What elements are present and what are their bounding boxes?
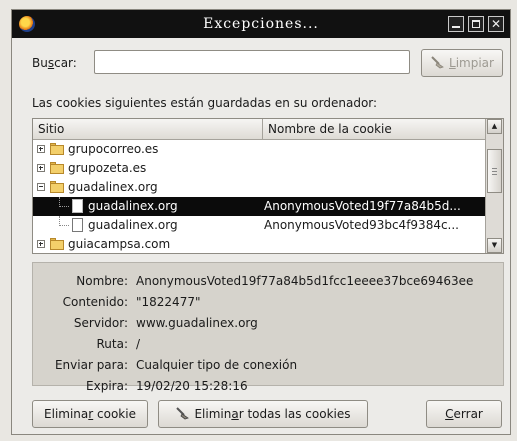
cookie-file-icon xyxy=(72,218,83,232)
detail-label: Ruta: xyxy=(96,337,128,351)
minimize-icon xyxy=(452,26,460,28)
scroll-down-arrow-icon[interactable]: ▼ xyxy=(487,238,502,253)
site-cell: grupocorreo.es xyxy=(68,142,159,156)
site-cell: guadalinex.org xyxy=(68,180,158,194)
folder-icon xyxy=(50,238,64,250)
close-icon: ✕ xyxy=(491,17,502,31)
minimize-button[interactable] xyxy=(448,16,464,32)
clear-label-accesskey: L xyxy=(449,56,456,70)
close-label-post: errar xyxy=(453,407,483,421)
delete-all-label-pre: Elimin xyxy=(194,407,232,421)
scroll-up-arrow-icon[interactable]: ▲ xyxy=(487,119,502,134)
tree-header: Sitio Nombre de la cookie xyxy=(33,119,485,140)
detail-label: Servidor: xyxy=(73,316,128,330)
exceptions-dialog: Excepciones... ✕ Buscar: Limpiar Las coo… xyxy=(11,9,511,435)
expand-icon[interactable] xyxy=(37,145,45,153)
detail-value-path: / xyxy=(136,337,141,351)
tree-row[interactable]: grupozeta.es xyxy=(33,159,485,178)
detail-label: Contenido: xyxy=(62,295,128,309)
search-input[interactable] xyxy=(94,50,410,74)
cookies-description: Las cookies siguientes están guardadas e… xyxy=(32,96,378,110)
tree-row-selected[interactable]: guadalinex.org AnonymousVoted19f77a84b5d… xyxy=(33,197,485,216)
delete-all-cookies-button[interactable]: Eliminar todas las cookies xyxy=(158,400,368,428)
search-label-pre: Bu xyxy=(32,56,48,70)
close-button[interactable]: Cerrar xyxy=(426,400,502,428)
detail-value-name: AnonymousVoted19f77a84b5d1fcc1eeee37bce6… xyxy=(136,274,474,288)
cookie-tree[interactable]: Sitio Nombre de la cookie grupocorreo.es… xyxy=(32,118,504,254)
cookie-cell: AnonymousVoted19f77a84b5d... xyxy=(264,199,461,213)
delete-all-label-accesskey: a xyxy=(231,407,239,421)
tree-connector xyxy=(59,206,69,207)
detail-value-content: "1822477" xyxy=(136,295,201,309)
detail-label: Expira: xyxy=(86,379,128,393)
delete-cookie-button[interactable]: Eliminar cookie xyxy=(32,400,148,428)
detail-label: Enviar para: xyxy=(54,358,128,372)
search-label: Buscar: xyxy=(32,56,77,70)
cookie-details-panel: Nombre: AnonymousVoted19f77a84b5d1fcc1ee… xyxy=(32,262,504,393)
column-header-site[interactable]: Sitio xyxy=(33,119,263,139)
cookie-cell: AnonymousVoted93bc4f9384c... xyxy=(264,218,459,232)
column-header-cookie-name[interactable]: Nombre de la cookie xyxy=(263,119,485,139)
site-cell: guiacampsa.com xyxy=(68,237,171,251)
folder-icon xyxy=(50,143,64,155)
tree-row[interactable]: guadalinex.org AnonymousVoted93bc4f9384c… xyxy=(33,216,485,235)
cookie-file-icon xyxy=(72,199,83,213)
expand-icon[interactable] xyxy=(37,164,45,172)
delete-all-label-post: r todas las cookies xyxy=(238,407,351,421)
maximize-icon xyxy=(472,20,480,28)
broom-icon xyxy=(431,56,444,69)
search-label-post: car: xyxy=(54,56,77,70)
tree-row[interactable]: guadalinex.org xyxy=(33,178,485,197)
detail-value-expires: 19/02/20 15:28:16 xyxy=(136,379,248,393)
close-window-button[interactable]: ✕ xyxy=(488,16,504,32)
delete-label-post: cookie xyxy=(93,407,136,421)
detail-label: Nombre: xyxy=(76,274,128,288)
clear-button[interactable]: Limpiar xyxy=(421,49,503,77)
detail-value-send-for: Cualquier tipo de conexión xyxy=(136,358,298,372)
collapse-icon[interactable] xyxy=(37,183,45,191)
window-title: Excepciones... xyxy=(203,16,319,32)
site-cell: grupozeta.es xyxy=(68,161,147,175)
maximize-button[interactable] xyxy=(468,16,484,32)
close-label-accesskey: C xyxy=(445,407,454,421)
title-bar[interactable]: Excepciones... ✕ xyxy=(12,10,510,38)
clear-label-post: impiar xyxy=(455,56,494,70)
folder-icon xyxy=(50,162,64,174)
vertical-scrollbar[interactable]: ▲ ▼ xyxy=(485,119,503,253)
delete-label-pre: Elimina xyxy=(44,407,89,421)
site-cell: guadalinex.org xyxy=(88,199,178,213)
expand-icon[interactable] xyxy=(37,240,45,248)
tree-connector xyxy=(59,225,69,226)
folder-open-icon xyxy=(50,181,64,193)
broom-icon xyxy=(176,407,190,420)
scrollbar-thumb[interactable] xyxy=(487,149,502,193)
tree-row[interactable]: grupocorreo.es xyxy=(33,140,485,159)
tree-row[interactable]: guiacampsa.com xyxy=(33,235,485,253)
site-cell: guadalinex.org xyxy=(88,218,178,232)
detail-value-server: www.guadalinex.org xyxy=(136,316,258,330)
